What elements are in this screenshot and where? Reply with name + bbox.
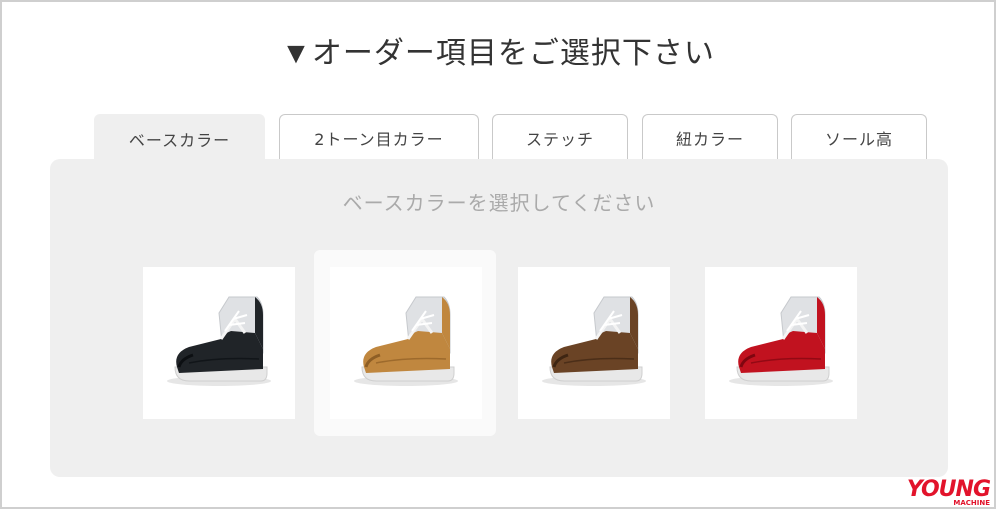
tab-two-tone-color[interactable]: 2トーン目カラー	[279, 114, 479, 160]
boot-black-icon	[167, 296, 271, 386]
brand-logo: YOUNG MACHINE	[906, 477, 991, 507]
page-title: ▼オーダー項目をご選択下さい	[281, 36, 715, 71]
color-option-brown[interactable]	[518, 267, 670, 419]
tab-lace-color[interactable]: 紐カラー	[642, 114, 778, 160]
options-panel: ベースカラーを選択してください	[50, 159, 948, 477]
color-option-tan[interactable]	[330, 267, 482, 419]
color-option-black[interactable]	[143, 267, 295, 419]
panel-prompt: ベースカラーを選択してください	[342, 191, 656, 215]
boot-tan-icon	[354, 296, 458, 386]
page-frame: ▼オーダー項目をご選択下さい ベースカラー 2トーン目カラー ステッチ 紐カラー…	[0, 0, 996, 509]
color-option-red[interactable]	[705, 267, 857, 419]
order-tabs: ベースカラー 2トーン目カラー ステッチ 紐カラー ソール高	[2, 114, 1000, 162]
tab-base-color[interactable]: ベースカラー	[94, 114, 265, 162]
boot-red-icon	[729, 296, 833, 386]
tab-stitch[interactable]: ステッチ	[492, 114, 628, 160]
boot-brown-icon	[542, 296, 646, 386]
tab-sole-height[interactable]: ソール高	[791, 114, 927, 160]
